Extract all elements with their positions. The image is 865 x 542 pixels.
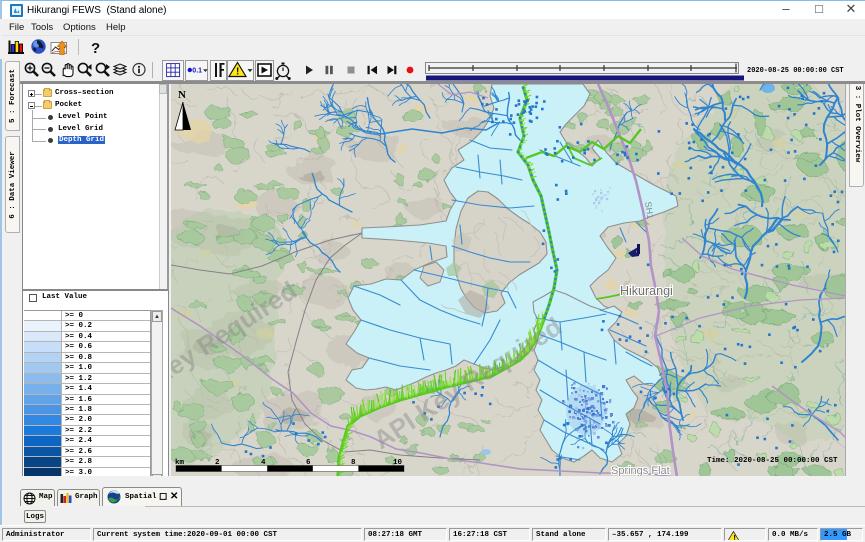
svg-text:Springs Flat: Springs Flat: [611, 465, 670, 476]
svg-text:Time: 2020-08-25 00:00:00 CST: Time: 2020-08-25 00:00:00 CST: [707, 457, 838, 465]
svg-text:!: !: [732, 534, 737, 541]
svg-text:!: !: [236, 67, 239, 78]
svg-text:Hikurangi: Hikurangi: [620, 284, 673, 298]
svg-text:0.1: 0.1: [192, 68, 202, 75]
svg-text:N: N: [178, 89, 186, 101]
svg-text:?: ?: [91, 40, 100, 57]
